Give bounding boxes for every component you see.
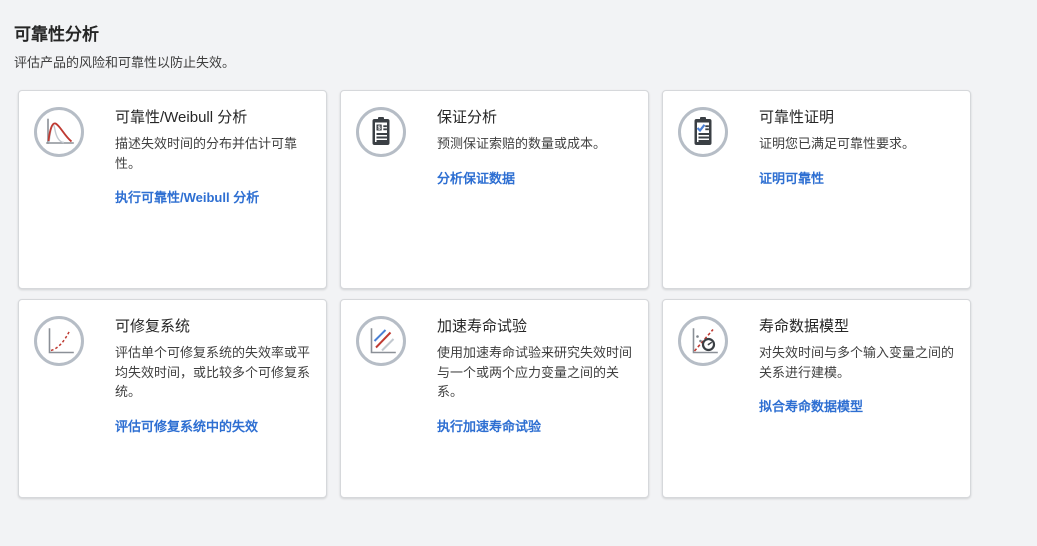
checklist-clipboard-icon: [677, 106, 729, 158]
perform-accelerated-testing-link[interactable]: 执行加速寿命试验: [437, 416, 541, 435]
warranty-clipboard-icon: $: [355, 106, 407, 158]
card-description: 证明您已满足可靠性要求。: [759, 134, 966, 154]
card-description: 使用加速寿命试验来研究失效时间与一个或两个应力变量之间的关系。: [437, 343, 644, 402]
card-description: 评估单个可修复系统的失效率或平均失效时间，或比较多个可修复系统。: [115, 343, 322, 402]
card-grid: 可靠性/Weibull 分析 描述失效时间的分布并估计可靠性。 执行可靠性/We…: [18, 90, 1037, 498]
card-title: 可修复系统: [115, 315, 322, 336]
svg-text:$: $: [378, 126, 381, 132]
card-title: 寿命数据模型: [759, 315, 966, 336]
perform-weibull-analysis-link[interactable]: 执行可靠性/Weibull 分析: [115, 187, 259, 206]
card-life-data-model: 寿命数据模型 对失效时间与多个输入变量之间的关系进行建模。 拟合寿命数据模型: [662, 299, 971, 498]
evaluate-repairable-failures-link[interactable]: 评估可修复系统中的失效: [115, 416, 258, 435]
scatter-gauge-icon: [677, 315, 729, 367]
card-title: 加速寿命试验: [437, 315, 644, 336]
page-title: 可靠性分析: [14, 20, 1037, 45]
demonstrate-reliability-link[interactable]: 证明可靠性: [759, 168, 824, 187]
analyze-warranty-data-link[interactable]: 分析保证数据: [437, 168, 515, 187]
card-warranty-analysis: $ 保证分析 预测保证索赔的数量或成本。 分析保证数据: [340, 90, 649, 289]
card-accelerated-life-testing: 加速寿命试验 使用加速寿命试验来研究失效时间与一个或两个应力变量之间的关系。 执…: [340, 299, 649, 498]
card-description: 描述失效时间的分布并估计可靠性。: [115, 134, 322, 173]
card-repairable-systems: 可修复系统 评估单个可修复系统的失效率或平均失效时间，或比较多个可修复系统。 评…: [18, 299, 327, 498]
page-header: 可靠性分析 评估产品的风险和可靠性以防止失效。: [0, 0, 1037, 71]
card-reliability-demonstration: 可靠性证明 证明您已满足可靠性要求。 证明可靠性: [662, 90, 971, 289]
weibull-distribution-icon: [33, 106, 85, 158]
card-title: 可靠性/Weibull 分析: [115, 106, 322, 127]
page-subtitle: 评估产品的风险和可靠性以防止失效。: [14, 52, 1037, 71]
fit-life-data-model-link[interactable]: 拟合寿命数据模型: [759, 396, 863, 415]
card-title: 可靠性证明: [759, 106, 966, 127]
growth-curve-icon: [33, 315, 85, 367]
card-title: 保证分析: [437, 106, 644, 127]
card-description: 预测保证索赔的数量或成本。: [437, 134, 644, 154]
parallel-lines-chart-icon: [355, 315, 407, 367]
card-weibull-analysis: 可靠性/Weibull 分析 描述失效时间的分布并估计可靠性。 执行可靠性/We…: [18, 90, 327, 289]
card-description: 对失效时间与多个输入变量之间的关系进行建模。: [759, 343, 966, 382]
